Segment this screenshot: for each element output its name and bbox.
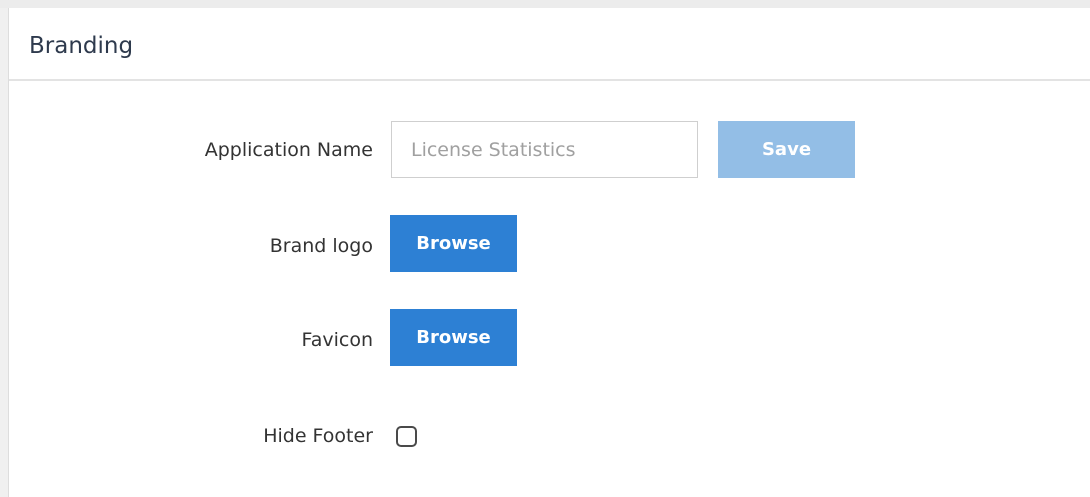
save-button[interactable]: Save xyxy=(718,121,855,178)
brand-logo-browse-button[interactable]: Browse xyxy=(390,215,517,272)
hide-footer-checkbox[interactable] xyxy=(396,426,417,447)
favicon-browse-button[interactable]: Browse xyxy=(390,309,517,366)
hide-footer-label: Hide Footer xyxy=(263,425,373,447)
favicon-label: Favicon xyxy=(301,329,373,351)
panel-title: Branding xyxy=(29,33,134,59)
panel-header: Branding xyxy=(9,8,1090,81)
top-strip xyxy=(0,0,1090,8)
application-name-label: Application Name xyxy=(204,139,373,161)
brand-logo-label: Brand logo xyxy=(269,235,373,257)
application-name-input[interactable] xyxy=(391,121,698,178)
branding-panel: Branding Application Name Save Brand log… xyxy=(8,8,1090,497)
